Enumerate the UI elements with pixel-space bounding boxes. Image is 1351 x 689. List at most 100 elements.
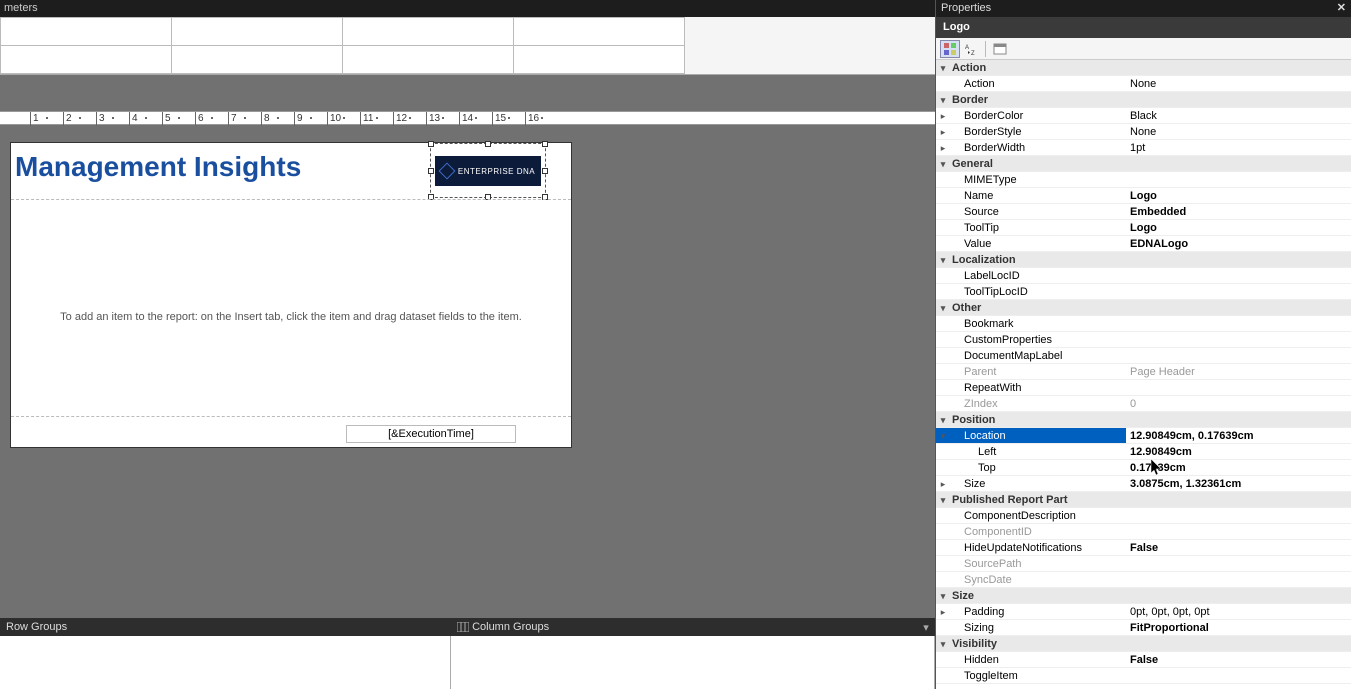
expand-toggle[interactable]: ▾	[936, 412, 950, 427]
logo-selection[interactable]: ENTERPRISE DNA	[430, 143, 546, 198]
property-category[interactable]: ▾Other	[936, 300, 1351, 316]
property-row[interactable]: ▾Location12.90849cm, 0.17639cm	[936, 428, 1351, 444]
property-row[interactable]: ZIndex0	[936, 396, 1351, 412]
property-row[interactable]: Bookmark	[936, 316, 1351, 332]
property-value[interactable]	[1126, 348, 1351, 363]
property-row[interactable]: ToolTipLocID	[936, 284, 1351, 300]
expand-toggle[interactable]: ▾	[936, 588, 950, 603]
property-value[interactable]: Black	[1126, 108, 1351, 123]
expand-toggle[interactable]: ▸	[936, 140, 950, 155]
property-row[interactable]: ComponentDescription	[936, 508, 1351, 524]
property-row[interactable]: ParentPage Header	[936, 364, 1351, 380]
property-value[interactable]: FitProportional	[1126, 620, 1351, 635]
design-surface[interactable]: 12345678910111213141516 Management Insig…	[0, 75, 935, 618]
properties-grid[interactable]: ▾ActionActionNone▾Border▸BorderColorBlac…	[936, 60, 1351, 689]
column-groups-pane[interactable]	[451, 636, 935, 689]
property-value[interactable]: Logo	[1126, 188, 1351, 203]
property-value[interactable]: 12.90849cm	[1126, 444, 1351, 459]
property-value[interactable]: 3.0875cm, 1.32361cm	[1126, 476, 1351, 491]
alphabetical-button[interactable]: AZ	[961, 40, 981, 58]
property-row[interactable]: ▸BorderColorBlack	[936, 108, 1351, 124]
property-value[interactable]: Page Header	[1126, 364, 1351, 379]
property-row[interactable]: SourceEmbedded	[936, 204, 1351, 220]
resize-handle[interactable]	[428, 168, 434, 174]
property-row[interactable]: ▸BorderWidth1pt	[936, 140, 1351, 156]
property-value[interactable]: EDNALogo	[1126, 236, 1351, 251]
property-row[interactable]: ▸Padding0pt, 0pt, 0pt, 0pt	[936, 604, 1351, 620]
resize-handle[interactable]	[542, 168, 548, 174]
parameters-table[interactable]	[0, 17, 685, 74]
property-value[interactable]: Logo	[1126, 220, 1351, 235]
property-row[interactable]: CustomProperties	[936, 332, 1351, 348]
property-category[interactable]: ▾General	[936, 156, 1351, 172]
expand-toggle[interactable]: ▾	[936, 60, 950, 75]
expand-toggle[interactable]: ▸	[936, 604, 950, 619]
property-value[interactable]	[1126, 284, 1351, 299]
property-row[interactable]: ▸Size3.0875cm, 1.32361cm	[936, 476, 1351, 492]
property-row[interactable]: SizingFitProportional	[936, 620, 1351, 636]
property-value[interactable]	[1126, 668, 1351, 683]
property-row[interactable]: HiddenFalse	[936, 652, 1351, 668]
expand-toggle[interactable]: ▾	[936, 252, 950, 267]
property-value[interactable]	[1126, 556, 1351, 571]
property-row[interactable]: HideUpdateNotificationsFalse	[936, 540, 1351, 556]
expand-toggle[interactable]: ▾	[936, 636, 950, 651]
property-value[interactable]: 0	[1126, 396, 1351, 411]
property-value[interactable]	[1126, 172, 1351, 187]
property-row[interactable]: ComponentID	[936, 524, 1351, 540]
property-value[interactable]: None	[1126, 76, 1351, 91]
categorized-button[interactable]	[940, 40, 960, 58]
property-category[interactable]: ▾Position	[936, 412, 1351, 428]
property-category[interactable]: ▾Border	[936, 92, 1351, 108]
groups-panel-menu[interactable]: ▾	[917, 621, 935, 634]
property-value[interactable]: False	[1126, 540, 1351, 555]
expand-toggle[interactable]: ▾	[936, 428, 950, 443]
expand-toggle[interactable]: ▾	[936, 156, 950, 171]
report-body[interactable]: Management Insights ENTERPRISE DNA To ad…	[10, 142, 572, 448]
row-groups-header[interactable]: Row Groups	[0, 621, 451, 633]
property-category[interactable]: ▾Action	[936, 60, 1351, 76]
expand-toggle[interactable]: ▸	[936, 124, 950, 139]
property-row[interactable]: SourcePath	[936, 556, 1351, 572]
property-row[interactable]: SyncDate	[936, 572, 1351, 588]
property-row[interactable]: LabelLocID	[936, 268, 1351, 284]
property-value[interactable]: 0.17639cm	[1126, 460, 1351, 475]
column-groups-header[interactable]: Column Groups	[451, 621, 917, 633]
property-value[interactable]: None	[1126, 124, 1351, 139]
property-value[interactable]	[1126, 268, 1351, 283]
property-row[interactable]: Top0.17639cm	[936, 460, 1351, 476]
property-row[interactable]: MIMEType	[936, 172, 1351, 188]
property-row[interactable]: ToggleItem	[936, 668, 1351, 684]
property-row[interactable]: DocumentMapLabel	[936, 348, 1351, 364]
property-value[interactable]	[1126, 524, 1351, 539]
property-row[interactable]: ToolTipLogo	[936, 220, 1351, 236]
property-value[interactable]	[1126, 572, 1351, 587]
property-value[interactable]: 12.90849cm, 0.17639cm	[1126, 428, 1351, 443]
property-row[interactable]: RepeatWith	[936, 380, 1351, 396]
property-value[interactable]: False	[1126, 652, 1351, 667]
property-row[interactable]: ValueEDNALogo	[936, 236, 1351, 252]
expand-toggle[interactable]: ▾	[936, 492, 950, 507]
property-row[interactable]: ▸BorderStyleNone	[936, 124, 1351, 140]
expand-toggle[interactable]: ▸	[936, 108, 950, 123]
property-pages-button[interactable]	[990, 40, 1010, 58]
expand-toggle[interactable]: ▸	[936, 476, 950, 491]
resize-handle[interactable]	[428, 141, 434, 147]
logo-image[interactable]: ENTERPRISE DNA	[435, 156, 541, 186]
execution-time-textbox[interactable]: [&ExecutionTime]	[346, 425, 516, 443]
resize-handle[interactable]	[485, 141, 491, 147]
property-row[interactable]: ActionNone	[936, 76, 1351, 92]
property-category[interactable]: ▾Visibility	[936, 636, 1351, 652]
property-value[interactable]: Embedded	[1126, 204, 1351, 219]
property-category[interactable]: ▾Size	[936, 588, 1351, 604]
property-value[interactable]	[1126, 508, 1351, 523]
expand-toggle[interactable]: ▾	[936, 92, 950, 107]
property-row[interactable]: Left12.90849cm	[936, 444, 1351, 460]
expand-toggle[interactable]: ▾	[936, 300, 950, 315]
property-value[interactable]	[1126, 316, 1351, 331]
property-value[interactable]: 1pt	[1126, 140, 1351, 155]
close-icon[interactable]: ✕	[1337, 0, 1346, 17]
property-category[interactable]: ▾Localization	[936, 252, 1351, 268]
row-groups-pane[interactable]	[0, 636, 451, 689]
property-value[interactable]: 0pt, 0pt, 0pt, 0pt	[1126, 604, 1351, 619]
